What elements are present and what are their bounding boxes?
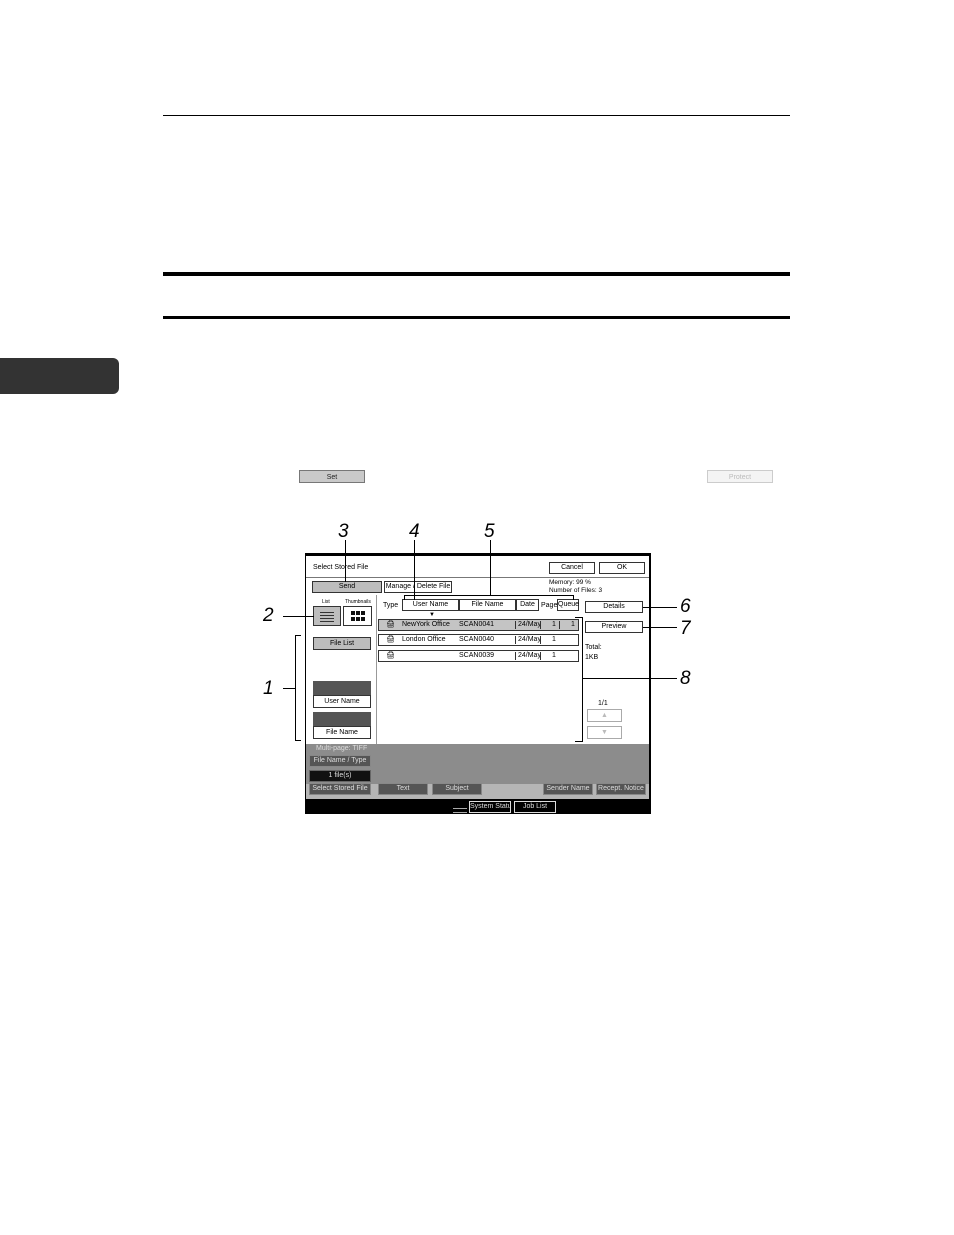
file-list-area — [376, 595, 583, 745]
file-list-button[interactable]: File List — [313, 637, 371, 650]
leader-8-bracket — [582, 617, 583, 742]
screen-title: Select Stored File — [313, 564, 369, 571]
user-name-button[interactable]: User Name — [313, 695, 371, 708]
total-label: Total: — [585, 644, 602, 651]
number-of-files: Number of Files: 3 — [549, 587, 603, 594]
set-key-image: Set — [299, 470, 365, 483]
leader-2 — [283, 616, 314, 617]
list-view-label: List — [322, 599, 330, 605]
details-button[interactable]: Details — [585, 601, 643, 613]
cancel-button[interactable]: Cancel — [549, 562, 595, 574]
callout-3: 3 — [338, 521, 349, 542]
sort-user-name-button[interactable]: User Name — [402, 599, 459, 611]
thumbnail-grid-icon — [351, 611, 365, 621]
thumbnail-view-label: Thumbnails — [345, 599, 371, 605]
select-stored-file-button[interactable]: Select Stored File — [309, 783, 371, 795]
leader-5 — [490, 540, 491, 595]
job-list-button[interactable]: Job List — [514, 801, 556, 813]
leader-7 — [643, 627, 677, 628]
leader-1-bracket-top — [295, 635, 301, 636]
list-view-icon — [320, 612, 334, 622]
title-divider — [306, 577, 649, 578]
tab-send[interactable]: Send — [312, 581, 382, 593]
page-indicator: 1/1 — [598, 700, 608, 707]
sort-file-name-button[interactable]: File Name — [459, 599, 516, 611]
callout-6: 6 — [680, 596, 691, 617]
printer-icon: 🖨 — [386, 621, 395, 628]
sort-indicator-icon: ▼ — [429, 612, 435, 618]
subject-button[interactable]: Subject — [432, 783, 482, 795]
leader-5-bracket-left — [404, 595, 405, 600]
text-button[interactable]: Text — [378, 783, 428, 795]
row-file-name: SCAN0040 — [459, 636, 495, 643]
leader-8-bracket-bottom — [575, 741, 582, 742]
row-queue: 1 — [571, 621, 575, 628]
memory-status: Memory: 99 % — [549, 579, 591, 586]
top-rule — [163, 115, 790, 116]
user-name-search-box — [313, 681, 371, 695]
printer-icon: 🖨 — [386, 636, 395, 643]
sort-queue-button[interactable]: Queue — [557, 599, 579, 611]
type-column-label: Type — [383, 602, 399, 609]
file-row-3[interactable]: 🖨 SCAN0039 24/May 1 — [378, 650, 579, 662]
file-name-button[interactable]: File Name — [313, 726, 371, 739]
sender-name-button[interactable]: Sender Name — [543, 783, 593, 795]
ok-button[interactable]: OK — [599, 562, 645, 574]
page-up-button[interactable]: ▲ — [587, 709, 622, 722]
system-status-button[interactable]: System Status — [469, 801, 511, 813]
callout-2: 2 — [263, 605, 274, 626]
row-file-name: SCAN0041 — [459, 621, 495, 628]
printer-icon: 🖨 — [386, 652, 395, 659]
leader-6 — [643, 607, 677, 608]
sort-date-button[interactable]: Date — [516, 599, 539, 611]
list-view-button[interactable] — [313, 606, 341, 626]
row-user-name: NewYork Office — [402, 621, 450, 628]
protect-key-image: Protect — [707, 470, 773, 483]
leader-5-bracket-right — [573, 595, 574, 600]
thumbnail-view-button[interactable] — [343, 606, 372, 626]
status-indicator-icon — [452, 802, 468, 813]
files-count-label: 1 file(s) — [309, 770, 371, 782]
leader-8 — [582, 678, 677, 679]
leader-1-bracket — [295, 635, 296, 741]
section-rule-bottom — [163, 316, 790, 319]
row-page: 1 — [552, 652, 556, 659]
leader-5-bracket-top — [404, 595, 574, 596]
row-file-name: SCAN0039 — [459, 652, 495, 659]
file-row-1[interactable]: 🖨 NewYork Office SCAN0041 24/May 1 1 — [378, 619, 579, 631]
file-name-search-box — [313, 712, 371, 726]
total-size: 1KB — [585, 654, 599, 661]
leader-8-bracket-top — [575, 617, 582, 618]
file-row-2[interactable]: 🖨 London Office SCAN0040 24/May 1 — [378, 634, 579, 646]
callout-5: 5 — [484, 521, 495, 542]
callout-4: 4 — [409, 521, 420, 542]
row-date: 24/May — [518, 636, 541, 643]
preview-button[interactable]: Preview — [585, 621, 643, 633]
page-column-label: Page — [541, 602, 558, 609]
chapter-tab — [0, 358, 119, 394]
tab-manage-delete[interactable]: Manage / Delete File — [384, 581, 452, 593]
callout-8: 8 — [680, 668, 691, 689]
file-name-type-button[interactable]: File Name / Type — [309, 755, 371, 767]
leader-1 — [283, 688, 295, 689]
leader-4 — [414, 540, 415, 600]
callout-7: 7 — [680, 618, 691, 639]
row-page: 1 — [552, 636, 556, 643]
leader-1-bracket-bottom — [295, 740, 301, 741]
row-user-name: London Office — [402, 636, 446, 643]
row-date: 24/May — [518, 621, 541, 628]
row-page: 1 — [552, 621, 556, 628]
section-rule-top — [163, 272, 790, 276]
page-down-button[interactable]: ▼ — [587, 726, 622, 739]
multipage-tiff-label: Multi-page: TIFF — [316, 745, 368, 752]
leader-3 — [345, 540, 346, 582]
row-date: 24/May — [518, 652, 541, 659]
recept-notice-button[interactable]: Recept. Notice — [596, 783, 646, 795]
callout-1: 1 — [263, 678, 274, 699]
